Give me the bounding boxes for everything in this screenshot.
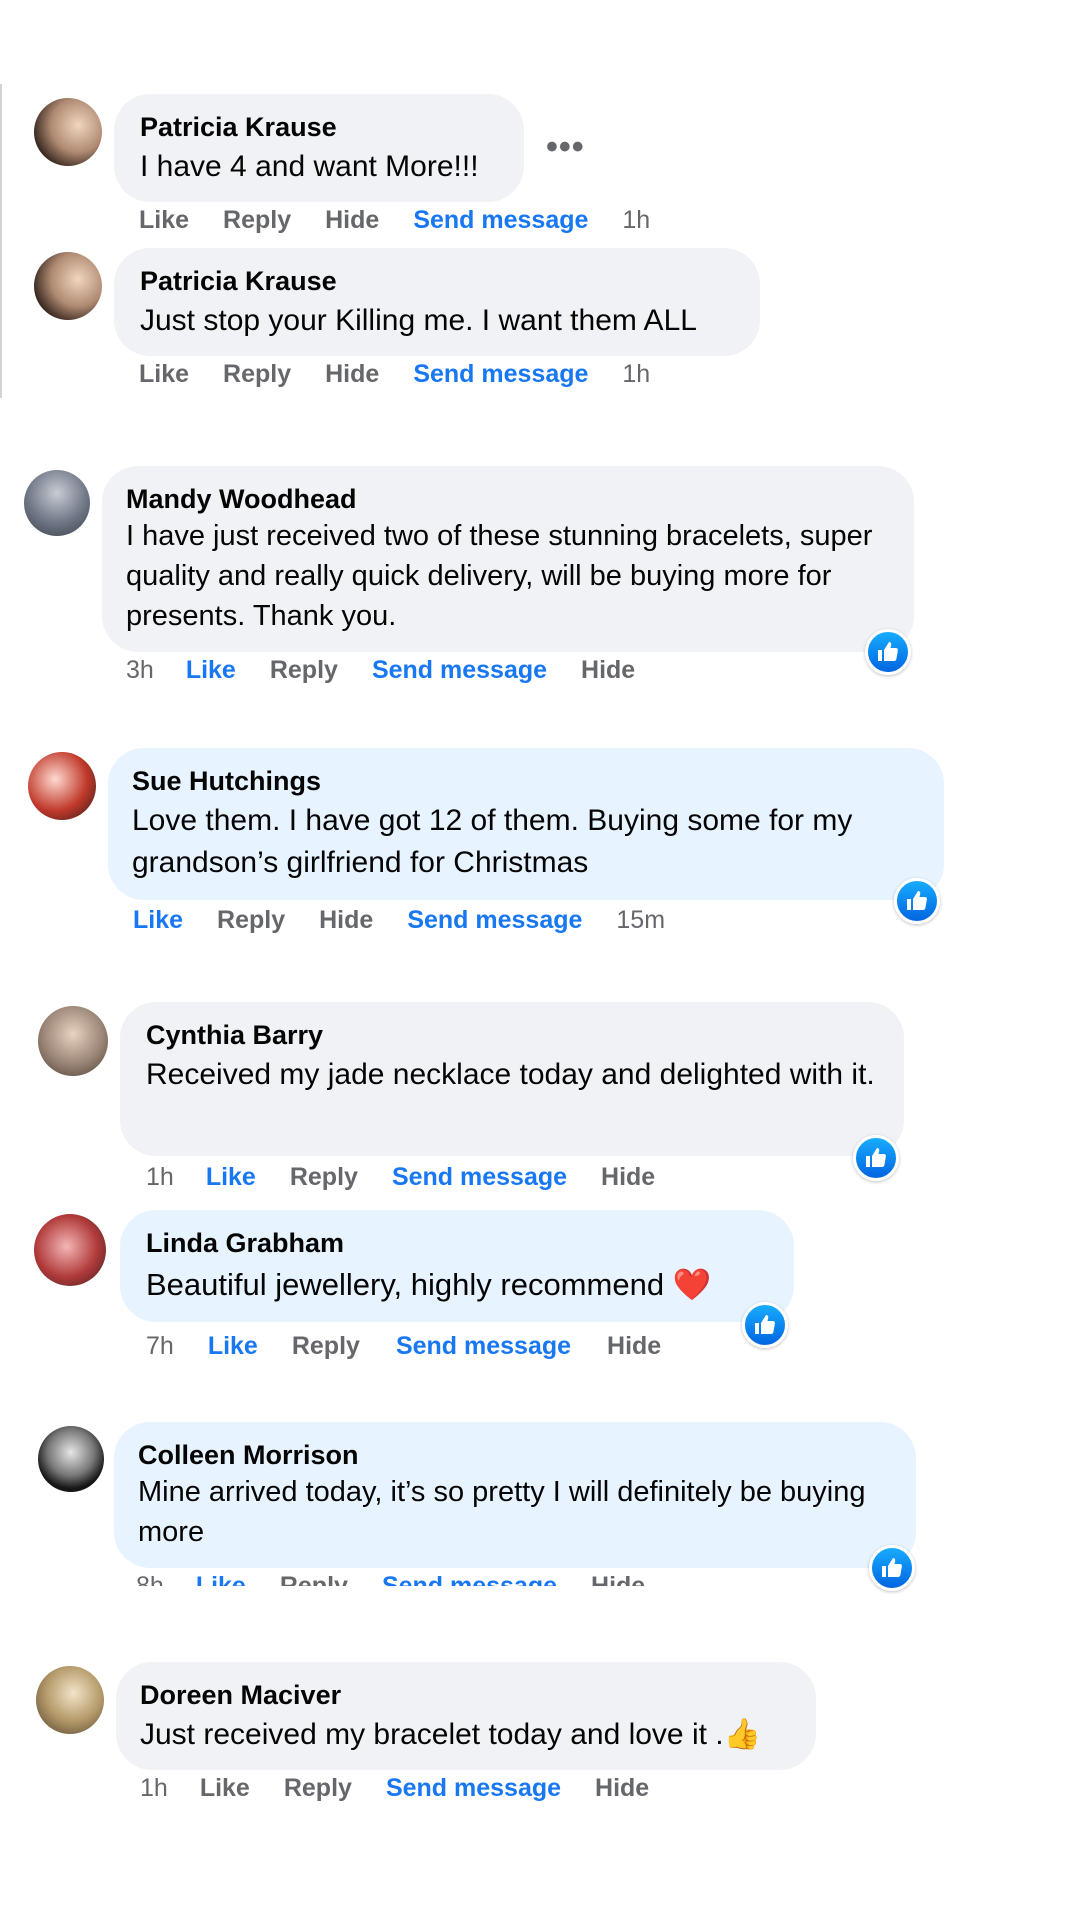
timestamp[interactable]: 1h [146, 1163, 174, 1192]
like-reaction-badge[interactable] [865, 629, 911, 675]
timestamp[interactable]: 1h [622, 360, 650, 389]
comment-author[interactable]: Mandy Woodhead [126, 484, 357, 515]
comment-bubble: Patricia Krause I have 4 and want More!!… [114, 94, 524, 202]
like-button[interactable]: Like [196, 1572, 246, 1586]
comment-author[interactable]: Doreen Maciver [140, 1680, 341, 1711]
comment-author[interactable]: Sue Hutchings [132, 766, 321, 797]
avatar[interactable] [38, 1426, 104, 1492]
comment-actions: 1h Like Reply Send message Hide [146, 1163, 655, 1192]
send-message-button[interactable]: Send message [413, 206, 588, 235]
reply-button[interactable]: Reply [223, 360, 291, 389]
hide-button[interactable]: Hide [325, 206, 379, 235]
like-button[interactable]: Like [139, 206, 189, 235]
reply-button[interactable]: Reply [292, 1332, 360, 1361]
thumbs-up-icon [882, 1558, 902, 1577]
like-reaction-badge[interactable] [869, 1545, 915, 1591]
thread-line [0, 84, 2, 398]
timestamp[interactable]: 3h [126, 656, 154, 685]
avatar[interactable] [34, 1214, 106, 1286]
avatar[interactable] [28, 752, 96, 820]
like-button[interactable]: Like [208, 1332, 258, 1361]
timestamp[interactable]: 15m [616, 906, 665, 935]
heart-emoji-icon: ❤️ [672, 1267, 712, 1302]
comment-author[interactable]: Colleen Morrison [138, 1440, 359, 1471]
comment-actions: 8h Like Reply Send message Hide [136, 1572, 645, 1586]
comment-bubble: Cynthia Barry Received my jade necklace … [120, 1002, 904, 1156]
avatar[interactable] [38, 1006, 108, 1076]
comment-text: Received my jade necklace today and deli… [146, 1058, 875, 1091]
timestamp[interactable]: 1h [622, 206, 650, 235]
comment-actions: 1h Like Reply Send message Hide [140, 1774, 649, 1803]
thumbs-up-icon [755, 1315, 775, 1334]
more-options-icon[interactable]: ••• [546, 128, 585, 167]
comment-bubble: Doreen Maciver Just received my bracelet… [116, 1662, 816, 1770]
comment-bubble: Colleen Morrison Mine arrived today, it’… [114, 1422, 916, 1568]
comment-bubble: Linda Grabham Beautiful jewellery, highl… [120, 1210, 794, 1322]
like-button[interactable]: Like [186, 656, 236, 685]
comment-bubble: Sue Hutchings Love them. I have got 12 o… [108, 748, 944, 900]
avatar[interactable] [34, 252, 102, 320]
hide-button[interactable]: Hide [581, 656, 635, 685]
comment-text: I have 4 and want More!!! [140, 150, 479, 183]
hide-button[interactable]: Hide [325, 360, 379, 389]
comment-bubble: Patricia Krause Just stop your Killing m… [114, 248, 760, 356]
comment-text: Just stop your Killing me. I want them A… [140, 304, 697, 337]
like-button[interactable]: Like [200, 1774, 250, 1803]
send-message-button[interactable]: Send message [372, 656, 547, 685]
comment-actions: 7h Like Reply Send message Hide [146, 1332, 661, 1361]
send-message-button[interactable]: Send message [407, 906, 582, 935]
comment-actions: 3h Like Reply Send message Hide [126, 656, 635, 685]
send-message-button[interactable]: Send message [386, 1774, 561, 1803]
comment-author[interactable]: Cynthia Barry [146, 1020, 323, 1051]
reply-button[interactable]: Reply [223, 206, 291, 235]
reply-button[interactable]: Reply [217, 906, 285, 935]
thumbs-up-icon [866, 1148, 886, 1167]
like-button[interactable]: Like [139, 360, 189, 389]
comment-actions-clipped: 8h Like Reply Send message Hide [136, 1572, 836, 1586]
like-button[interactable]: Like [206, 1163, 256, 1192]
send-message-button[interactable]: Send message [382, 1572, 557, 1586]
comment-bubble: Mandy Woodhead I have just received two … [102, 466, 914, 652]
avatar[interactable] [24, 470, 90, 536]
hide-button[interactable]: Hide [607, 1332, 661, 1361]
thumbs-up-icon [907, 891, 927, 910]
send-message-button[interactable]: Send message [392, 1163, 567, 1192]
comment-text-content: Beautiful jewellery, highly recommend [146, 1267, 665, 1302]
comment-text: Just received my bracelet today and love… [140, 1714, 761, 1756]
timestamp[interactable]: 7h [146, 1332, 174, 1361]
like-reaction-badge[interactable] [853, 1135, 899, 1181]
comment-actions: Like Reply Hide Send message 1h [139, 206, 650, 235]
thumbs-up-icon [878, 642, 898, 661]
hide-button[interactable]: Hide [595, 1774, 649, 1803]
comment-author[interactable]: Patricia Krause [140, 112, 337, 143]
send-message-button[interactable]: Send message [396, 1332, 571, 1361]
comment-text: I have just received two of these stunni… [126, 520, 873, 632]
comment-text: Mine arrived today, it’s so pretty I wil… [138, 1476, 866, 1548]
send-message-button[interactable]: Send message [413, 360, 588, 389]
reply-button[interactable]: Reply [290, 1163, 358, 1192]
hide-button[interactable]: Hide [319, 906, 373, 935]
like-reaction-badge[interactable] [894, 878, 940, 924]
reply-button[interactable]: Reply [270, 656, 338, 685]
hide-button[interactable]: Hide [601, 1163, 655, 1192]
like-reaction-badge[interactable] [742, 1302, 788, 1348]
reply-button[interactable]: Reply [280, 1572, 348, 1586]
reply-button[interactable]: Reply [284, 1774, 352, 1803]
comment-text: Beautiful jewellery, highly recommend ❤️ [146, 1264, 711, 1306]
avatar[interactable] [34, 98, 102, 166]
like-button[interactable]: Like [133, 906, 183, 935]
timestamp[interactable]: 1h [140, 1774, 168, 1803]
comment-actions: Like Reply Hide Send message 15m [133, 906, 665, 935]
comment-text-content: Just received my bracelet today and love… [140, 1718, 724, 1751]
timestamp[interactable]: 8h [136, 1572, 164, 1586]
comment-author[interactable]: Linda Grabham [146, 1228, 344, 1259]
comment-text: Love them. I have got 12 of them. Buying… [132, 804, 853, 879]
hide-button[interactable]: Hide [591, 1572, 645, 1586]
thumbs-up-emoji-icon: 👍 [723, 1718, 761, 1751]
avatar[interactable] [36, 1666, 104, 1734]
comment-actions: Like Reply Hide Send message 1h [139, 360, 650, 389]
comment-author[interactable]: Patricia Krause [140, 266, 337, 297]
